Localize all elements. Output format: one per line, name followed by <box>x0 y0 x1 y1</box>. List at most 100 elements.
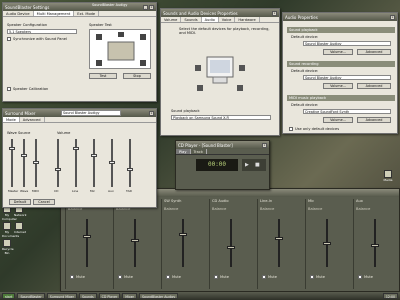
taskbar-item-surround-mixer[interactable]: Surround Mixer <box>46 293 77 299</box>
recording-advanced-button[interactable]: Advanced <box>357 83 391 89</box>
mute-checkbox[interactable] <box>70 275 74 279</box>
desktop-icon-media[interactable]: Media <box>383 170 393 182</box>
mixer-slider-knob[interactable] <box>73 147 79 150</box>
mixer-slider-knob[interactable] <box>9 147 15 150</box>
taskbar-item-audigy[interactable]: SoundBlaster Audigy <box>138 293 179 299</box>
tab-volume[interactable]: Volume <box>161 17 182 22</box>
taskbar-item-soundblaster[interactable]: SoundBlaster <box>17 293 45 299</box>
mixer-slider-knob[interactable] <box>21 154 27 157</box>
mute-checkbox[interactable] <box>262 275 266 279</box>
stop-icon[interactable]: ■ <box>255 162 260 168</box>
tab-hardware[interactable]: Hardware <box>235 17 260 22</box>
volume-slider-knob[interactable] <box>371 243 379 247</box>
close-button[interactable]: x <box>272 10 277 16</box>
mixer-slider-knob[interactable] <box>55 168 61 171</box>
mixer-channel-strip: CD Audio Balance Mute <box>209 199 253 289</box>
default-only-checkbox[interactable] <box>289 127 293 131</box>
tab-play[interactable]: Play <box>176 149 191 154</box>
playback-device-select[interactable]: Sound Blaster Audigy <box>303 41 391 46</box>
tab-advanced[interactable]: Advanced <box>20 117 45 122</box>
titlebar: CD Player - [Sound Blaster] x <box>176 141 269 149</box>
window-title: Sounds and Audio Devices Properties <box>163 10 238 16</box>
tab-voice[interactable]: Voice <box>219 17 236 22</box>
mixer-slider-track[interactable] <box>93 139 95 187</box>
cancel-button[interactable]: Cancel <box>33 199 55 205</box>
midi-volume-button[interactable]: Volume... <box>323 117 353 123</box>
mixer-slider-track[interactable] <box>129 139 131 187</box>
tab-multi-management[interactable]: Multi Management <box>33 11 75 16</box>
mixer-channel-label: TAD <box>126 189 132 193</box>
volume-slider-knob[interactable] <box>227 246 235 249</box>
tab-audio-device[interactable]: Audio Device <box>3 11 34 16</box>
mixer-channel-label: Master <box>8 189 19 193</box>
mixer-slider-track[interactable] <box>23 139 25 187</box>
clock: 12:00 <box>382 293 398 299</box>
test-button[interactable]: Test <box>89 73 117 79</box>
volume-slider-track[interactable] <box>230 219 232 267</box>
start-button[interactable]: start <box>2 293 16 299</box>
channel-label: SW Synth <box>164 199 182 203</box>
sync-checkbox[interactable] <box>7 37 11 41</box>
tab-bar: Mode Advanced <box>3 117 156 123</box>
mute-checkbox[interactable] <box>358 275 362 279</box>
taskbar-item-sounds[interactable]: Sounds <box>78 293 97 299</box>
tab-audio[interactable]: Audio <box>201 17 219 22</box>
recording-volume-button[interactable]: Volume... <box>323 83 353 89</box>
tab-ext-mode[interactable]: Ext. Mode <box>74 11 100 16</box>
volume-slider-track[interactable] <box>134 219 136 267</box>
device-select[interactable]: Sound Blaster Audigy <box>61 110 121 116</box>
taskbar-item-mixer[interactable]: Mixer <box>122 293 137 299</box>
volume-slider-knob[interactable] <box>179 232 187 236</box>
taskbar-item-cd-player[interactable]: CD Player <box>98 293 121 299</box>
tab-track[interactable]: Track <box>191 149 207 154</box>
speaker-config-select[interactable]: 5.1 Speakers <box>7 29 77 34</box>
mixer-slider-knob[interactable] <box>109 161 115 164</box>
default-button[interactable]: Default <box>9 199 31 205</box>
volume-slider-track[interactable] <box>182 219 184 267</box>
play-icon[interactable]: ▶ <box>245 162 249 168</box>
titlebar: Audio Properties x <box>283 13 397 21</box>
desktop-icon-internet[interactable]: Internet <box>14 222 26 234</box>
midi-about-button[interactable]: Advanced <box>357 117 391 123</box>
volume-slider-knob[interactable] <box>323 241 331 245</box>
playback-volume-button[interactable]: Volume... <box>323 49 353 55</box>
device-name-label: SoundBlaster Audigy <box>92 3 128 7</box>
mixer-slider-knob[interactable] <box>33 161 39 164</box>
channel-label: Aux <box>356 199 363 203</box>
calibration-checkbox[interactable] <box>7 87 11 91</box>
mixer-slider-knob[interactable] <box>127 168 133 171</box>
mute-label: Mute <box>316 275 325 279</box>
close-button[interactable]: x <box>149 110 154 116</box>
window-title: Audio Properties <box>285 14 318 20</box>
tab-bar: Play Track <box>176 149 269 155</box>
time-display: 00:00 <box>196 159 238 171</box>
volume-slider-knob[interactable] <box>83 234 91 238</box>
volume-slider-track[interactable] <box>278 219 280 267</box>
mute-checkbox[interactable] <box>310 275 314 279</box>
tab-mode[interactable]: Mode <box>3 117 20 122</box>
player-controls: ▶ ■ <box>242 159 266 171</box>
mute-checkbox[interactable] <box>214 275 218 279</box>
stop-button[interactable]: Stop <box>123 73 151 79</box>
balance-label: Balance <box>212 207 227 211</box>
midi-device-select[interactable]: Creative SoundFont Synth <box>303 109 391 114</box>
playback-advanced-button[interactable]: Advanced <box>357 49 391 55</box>
recording-device-select[interactable]: Sound Blaster Audigy <box>303 75 391 80</box>
mute-checkbox[interactable] <box>166 275 170 279</box>
volume-slider-track[interactable] <box>86 219 88 267</box>
preview-label: Speaker Test <box>89 23 112 27</box>
desktop-icon-recycle-bin[interactable]: Recycle Bin <box>2 239 14 255</box>
mixer-channel-strip: SW Synth Balance Mute <box>161 199 205 289</box>
volume-slider-knob[interactable] <box>131 239 139 243</box>
close-button[interactable]: x <box>390 14 395 20</box>
tab-sounds[interactable]: Sounds <box>181 17 202 22</box>
desktop-icon-my-documents[interactable]: My Documents <box>2 222 19 238</box>
mixer-slider-track[interactable] <box>57 139 59 187</box>
volume-slider-knob[interactable] <box>275 237 283 240</box>
sound-playback-select[interactable]: Playback on Samsung Sound X-Fi <box>171 115 271 120</box>
close-button[interactable]: x <box>262 142 267 148</box>
balance-label: Balance <box>260 207 275 211</box>
mute-checkbox[interactable] <box>118 275 122 279</box>
mixer-channel-label: Aux <box>108 189 114 193</box>
mixer-slider-knob[interactable] <box>91 154 97 157</box>
